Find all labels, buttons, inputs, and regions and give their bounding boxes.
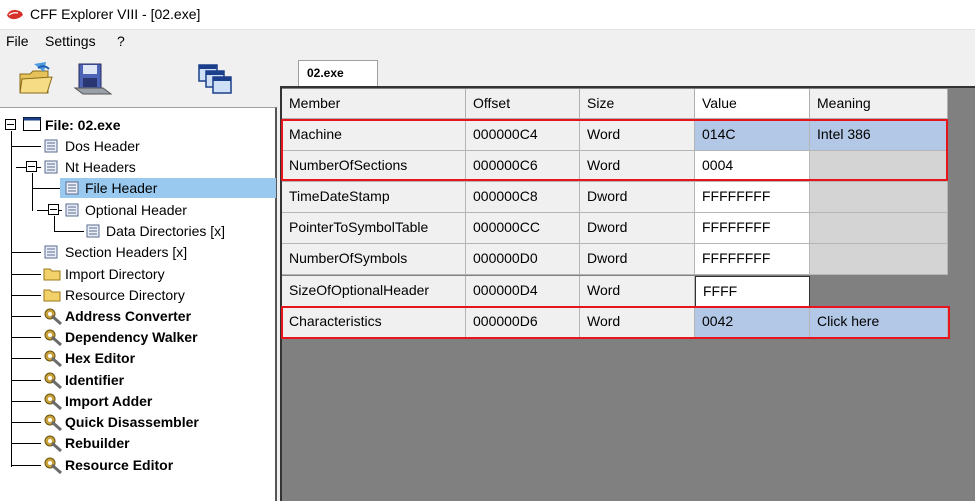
menu-bar: File Settings ?	[0, 30, 975, 54]
tree-panel	[0, 107, 277, 501]
table-row-value-cell[interactable]: FFFFFFFF	[695, 182, 810, 213]
folder-icon	[43, 268, 61, 281]
tool-icon	[44, 350, 62, 367]
table-row-size-cell: Dword	[580, 213, 695, 244]
column-header-member[interactable]: Member	[282, 89, 466, 119]
table-row-meaning-cell	[810, 244, 948, 275]
doc-icon	[65, 181, 79, 195]
tree-connector	[11, 295, 41, 296]
column-header-meaning[interactable]: Meaning	[810, 89, 948, 119]
tree-item-hex-editor[interactable]: Hex Editor	[65, 349, 135, 367]
table-row-size-cell: Word	[580, 276, 695, 307]
column-header-offset[interactable]: Offset	[466, 89, 580, 119]
tree-item-rebuilder[interactable]: Rebuilder	[65, 434, 130, 452]
table-row-member-cell: SizeOfOptionalHeader	[282, 276, 466, 307]
tree-connector	[11, 358, 41, 359]
collapse-root-icon[interactable]	[5, 119, 16, 130]
table-row-offset-cell: 000000D0	[466, 244, 580, 275]
tree-item-optional-header[interactable]: Optional Header	[85, 201, 187, 219]
tree-connector	[32, 188, 62, 189]
tree-item-import-directory[interactable]: Import Directory	[65, 265, 165, 283]
tree-connector	[11, 274, 41, 275]
tool-icon	[44, 393, 62, 410]
table-row-value-cell[interactable]: FFFFFFFF	[695, 213, 810, 244]
table-row-member-cell: TimeDateStamp	[282, 182, 466, 213]
doc-icon	[44, 139, 58, 153]
menu-settings[interactable]: Settings	[45, 33, 96, 49]
table-row-offset-cell: 000000CC	[466, 213, 580, 244]
doc-icon	[44, 160, 58, 174]
table-row-meaning-cell	[810, 182, 948, 213]
window-file-icon	[23, 117, 41, 131]
app-logo-icon	[7, 9, 23, 20]
tree-connector	[11, 146, 41, 147]
annotation-box-machine-sections	[281, 119, 948, 181]
doc-icon	[86, 224, 100, 238]
table-row-member-cell: NumberOfSymbols	[282, 244, 466, 275]
tool-icon	[44, 372, 62, 389]
tab-strip	[280, 54, 975, 87]
tree-connector	[32, 173, 33, 211]
tree-item-quick-disassembler[interactable]: Quick Disassembler	[65, 413, 199, 431]
column-header-value[interactable]: Value	[695, 89, 810, 119]
folder-icon	[43, 289, 61, 302]
menu-file[interactable]: File	[6, 33, 29, 49]
tree-item-dos-header[interactable]: Dos Header	[65, 137, 140, 155]
tree-item-section-headers[interactable]: Section Headers [x]	[65, 243, 187, 261]
table-row-value-cell[interactable]: FFFF	[695, 276, 810, 307]
tree-connector	[11, 422, 41, 423]
tree-item-resource-editor[interactable]: Resource Editor	[65, 456, 173, 474]
tree-connector	[11, 443, 41, 444]
tree-connector	[11, 380, 41, 381]
table-row-size-cell: Dword	[580, 182, 695, 213]
collapse-optional-header-icon[interactable]	[48, 204, 59, 215]
column-header-size[interactable]: Size	[580, 89, 695, 119]
tree-connector	[11, 337, 41, 338]
tab-02-exe[interactable]: 02.exe	[298, 60, 378, 86]
tree-connector	[11, 131, 12, 467]
window-title: CFF Explorer VIII - [02.exe]	[30, 6, 201, 22]
menu-help[interactable]: ?	[117, 33, 125, 49]
tree-item-import-adder[interactable]: Import Adder	[65, 392, 152, 410]
table-row-meaning-cell	[810, 213, 948, 244]
table-row-offset-cell: 000000C8	[466, 182, 580, 213]
table-row-size-cell: Dword	[580, 244, 695, 275]
annotation-box-characteristics	[281, 306, 950, 339]
table-row-member-cell: PointerToSymbolTable	[282, 213, 466, 244]
tool-icon	[44, 457, 62, 474]
tree-connector	[11, 316, 41, 317]
tree-connector	[11, 401, 41, 402]
collapse-nt-headers-icon[interactable]	[26, 161, 37, 172]
tree-connector	[11, 252, 41, 253]
tree-item-identifier[interactable]: Identifier	[65, 371, 124, 389]
doc-icon	[44, 245, 58, 259]
tool-icon	[44, 308, 62, 325]
tab-label: 02.exe	[307, 66, 344, 80]
tree-item-address-converter[interactable]: Address Converter	[65, 307, 191, 325]
table-row-offset-cell: 000000D4	[466, 276, 580, 307]
tree-item-data-directories[interactable]: Data Directories [x]	[106, 222, 225, 240]
tree-item-resource-directory[interactable]: Resource Directory	[65, 286, 185, 304]
tree-item-nt-headers[interactable]: Nt Headers	[65, 158, 136, 176]
table-row-value-cell[interactable]: FFFFFFFF	[695, 244, 810, 275]
tree-connector	[11, 465, 41, 466]
tree-item-root[interactable]: File: 02.exe	[45, 116, 121, 134]
tree-connector	[54, 231, 84, 232]
tree-item-file-header[interactable]: File Header	[85, 179, 157, 197]
tool-icon	[44, 435, 62, 452]
windows-cascade-icon[interactable]	[196, 62, 236, 98]
open-file-icon[interactable]	[16, 60, 54, 98]
tree-connector	[54, 216, 55, 232]
tool-icon	[44, 414, 62, 431]
doc-icon	[65, 203, 79, 217]
save-file-icon[interactable]	[73, 60, 113, 98]
tool-icon	[44, 329, 62, 346]
tree-item-dependency-walker[interactable]: Dependency Walker	[65, 328, 198, 346]
title-bar: CFF Explorer VIII - [02.exe]	[0, 0, 975, 30]
